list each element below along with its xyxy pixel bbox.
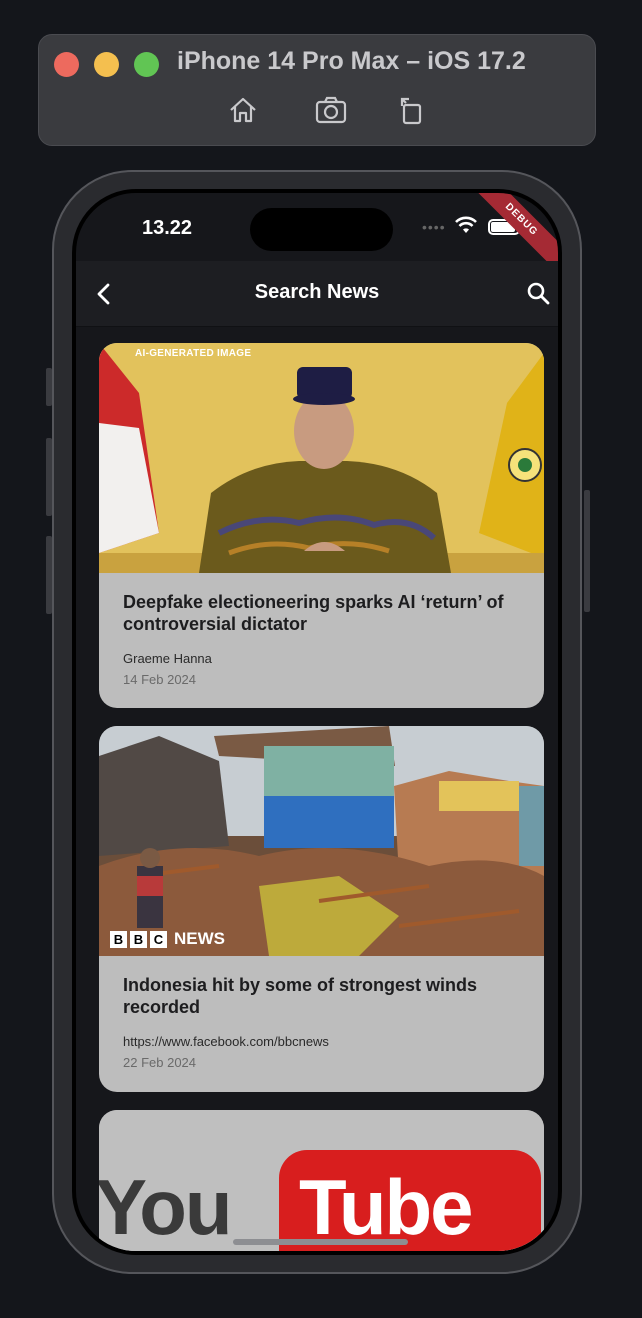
home-indicator[interactable]: [233, 1239, 408, 1245]
bbc-news-logo: B B C NEWS: [110, 929, 225, 949]
volume-down-button: [46, 536, 52, 614]
search-button[interactable]: [522, 277, 556, 311]
article-date: 14 Feb 2024: [123, 672, 197, 687]
power-button: [584, 490, 590, 612]
rotate-icon[interactable]: [395, 93, 429, 127]
screenshot-icon[interactable]: [314, 93, 348, 127]
news-feed[interactable]: AI-GENERATED IMAGE Deepfake electioneeri…: [76, 327, 558, 1251]
close-window-button[interactable]: [54, 52, 79, 77]
minimize-window-button[interactable]: [94, 52, 119, 77]
search-icon: [527, 282, 550, 305]
news-card[interactable]: You Tube: [99, 1110, 544, 1251]
news-card[interactable]: B B C NEWS Indonesia hit by some of stro…: [99, 726, 544, 1092]
article-author: Graeme Hanna: [123, 651, 212, 666]
phone-bezel: 13.22 •••• DEBUG Search News AI-GENERATE…: [72, 189, 562, 1255]
article-image: AI-GENERATED IMAGE: [99, 343, 544, 573]
article-image: You Tube: [99, 1110, 544, 1251]
article-title: Deepfake electioneering sparks AI ‘retur…: [123, 592, 504, 634]
article-source: https://www.facebook.com/bbcnews: [123, 1034, 329, 1049]
app-bar: Search News: [76, 261, 558, 327]
article-date: 22 Feb 2024: [123, 1055, 197, 1070]
page-title: Search News: [254, 281, 380, 303]
simulator-toolbar: iPhone 14 Pro Max – iOS 17.2: [38, 34, 596, 146]
volume-up-button: [46, 438, 52, 516]
dynamic-island: [250, 208, 393, 251]
home-icon[interactable]: [226, 93, 260, 127]
status-time: 13.22: [142, 217, 193, 239]
news-card[interactable]: AI-GENERATED IMAGE Deepfake electioneeri…: [99, 343, 544, 708]
ai-generated-label: AI-GENERATED IMAGE: [135, 348, 252, 359]
simulator-title: iPhone 14 Pro Max – iOS 17.2: [177, 47, 526, 75]
signal-icon: ••••: [422, 219, 446, 235]
youtube-logo-text: You: [99, 1163, 233, 1251]
phone-screen: 13.22 •••• DEBUG Search News AI-GENERATE…: [76, 193, 558, 1251]
phone-frame: 13.22 •••• DEBUG Search News AI-GENERATE…: [46, 170, 590, 1274]
youtube-logo-text: Tube: [299, 1163, 474, 1251]
wifi-icon: [454, 215, 478, 240]
article-title: Indonesia hit by some of strongest winds…: [123, 975, 478, 1017]
mute-switch: [46, 368, 52, 406]
zoom-window-button[interactable]: [134, 52, 159, 77]
article-image: B B C NEWS: [99, 726, 544, 956]
